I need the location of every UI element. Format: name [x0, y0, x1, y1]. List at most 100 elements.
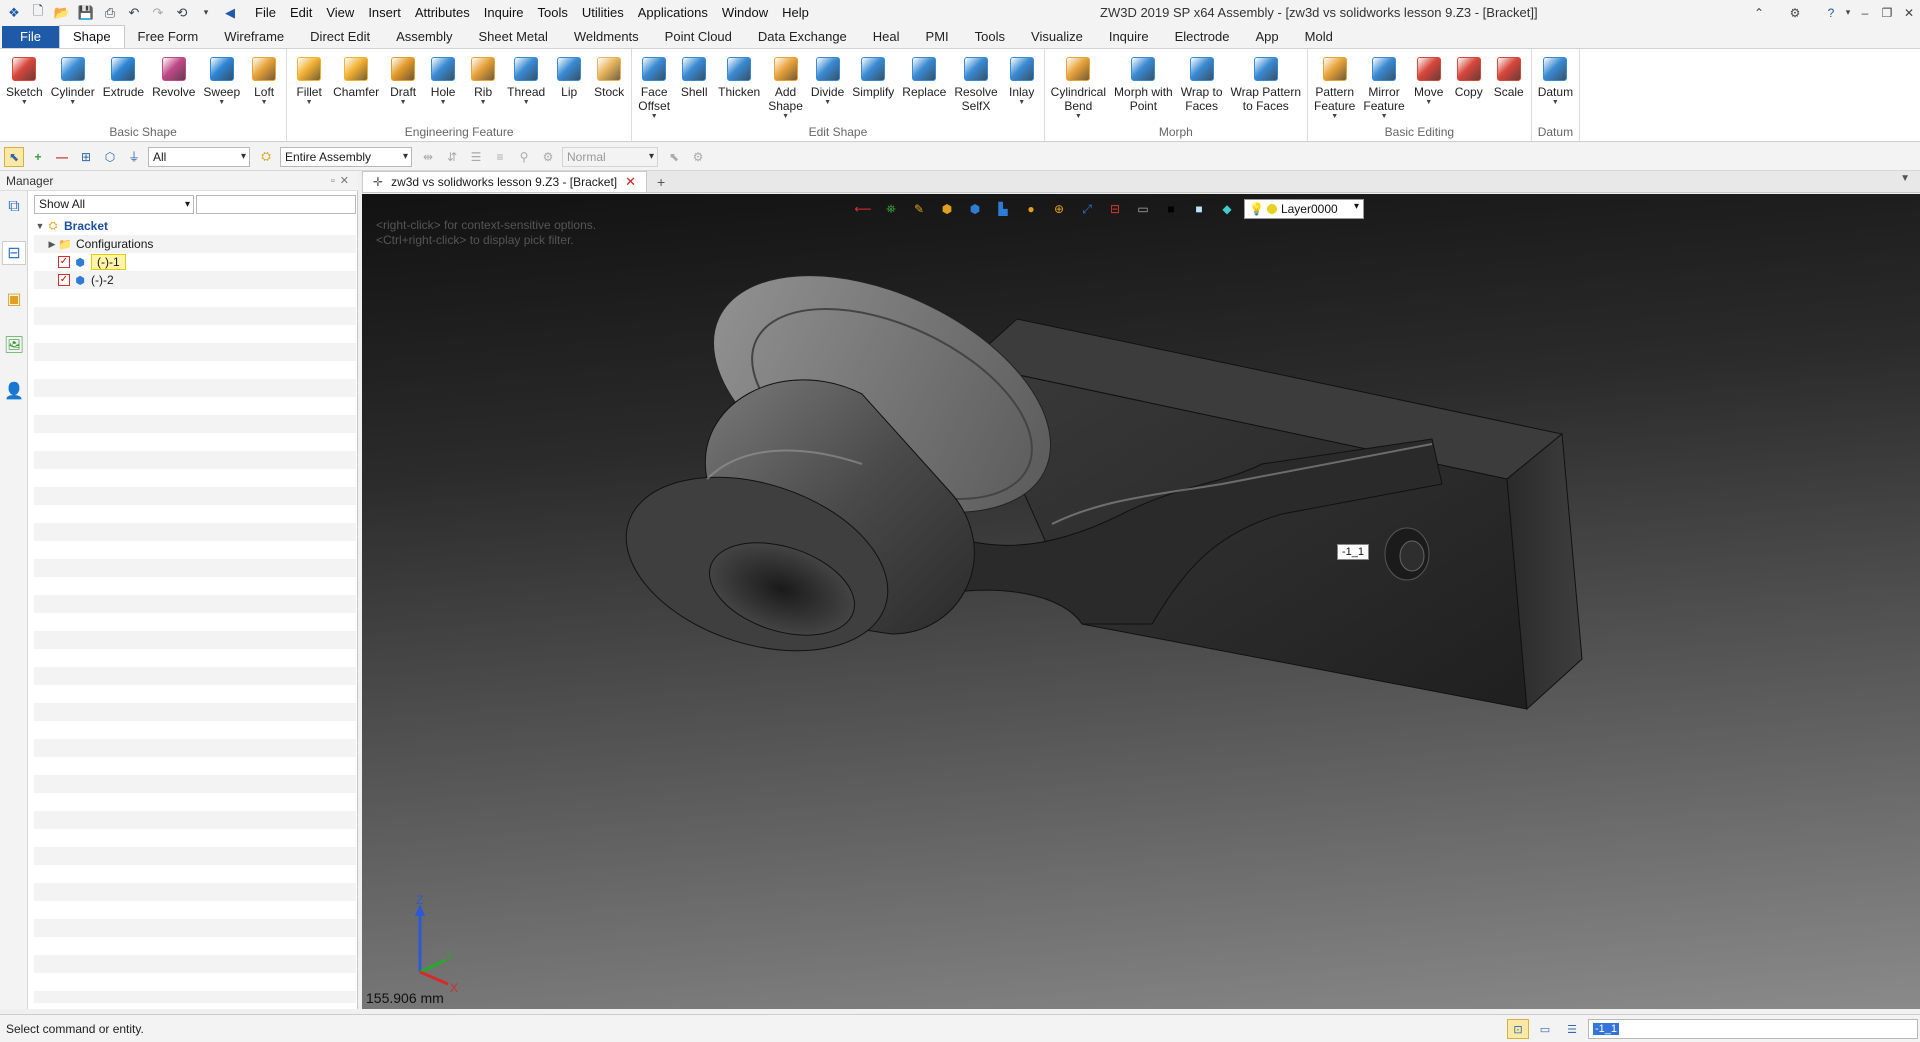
dropdown-arrow-icon[interactable]: ▼ — [69, 99, 76, 107]
add-pick-icon[interactable]: + — [28, 147, 48, 167]
dropdown-arrow-icon[interactable]: ▼ — [440, 99, 447, 107]
tab-file[interactable]: File — [2, 26, 59, 48]
shaded-cube-icon[interactable]: ⬢ — [936, 199, 958, 219]
dropdown-arrow-icon[interactable]: ▼ — [1331, 113, 1338, 121]
add-tab-icon[interactable]: + — [657, 172, 665, 192]
save-icon[interactable]: 💾 — [74, 2, 98, 24]
tab-mold[interactable]: Mold — [1292, 26, 1346, 48]
menu-insert[interactable]: Insert — [361, 0, 408, 25]
tool-gear-icon[interactable]: ⚙ — [688, 147, 708, 167]
regen-icon[interactable]: ⟲ — [170, 2, 194, 24]
tab-direct-edit[interactable]: Direct Edit — [297, 26, 383, 48]
assembly-tree-icon[interactable]: ⊟ — [2, 241, 26, 265]
tab-shape[interactable]: Shape — [58, 25, 125, 48]
tab-free-form[interactable]: Free Form — [125, 26, 212, 48]
dropdown-arrow-icon[interactable]: ▼ — [1075, 113, 1082, 121]
help-icon[interactable]: ? — [1820, 6, 1842, 20]
menu-file[interactable]: File — [248, 0, 283, 25]
tab-menu-chevron-icon[interactable]: ▼ — [1900, 173, 1910, 184]
tab-document[interactable]: ✛ zw3d vs solidworks lesson 9.Z3 - [Brac… — [362, 171, 648, 192]
tab-close-icon[interactable]: ✕ — [625, 172, 636, 192]
view-direction-icon[interactable]: ▙ — [992, 199, 1014, 219]
manager-search-input[interactable] — [196, 195, 356, 214]
dropdown-arrow-icon[interactable]: ▼ — [21, 99, 28, 107]
mode-gear-icon[interactable]: ⚙ — [538, 147, 558, 167]
layer-manager-icon[interactable]: ◆ — [1216, 199, 1238, 219]
app-logo-icon[interactable]: ❖ — [2, 2, 26, 24]
tab-heal[interactable]: Heal — [860, 26, 913, 48]
dropdown-arrow-icon[interactable]: ▼ — [1381, 113, 1388, 121]
minimize-icon[interactable]: – — [1854, 6, 1876, 20]
background-light-icon[interactable]: ■ — [1188, 199, 1210, 219]
undo-icon[interactable]: ↶ — [122, 2, 146, 24]
dropdown-arrow-icon[interactable]: ▼ — [824, 99, 831, 107]
orient-view-icon[interactable]: ⛯ — [880, 199, 902, 219]
tab-sheet-metal[interactable]: Sheet Metal — [466, 26, 561, 48]
dropdown-arrow-icon[interactable]: ▼ — [651, 113, 658, 121]
minimize-ribbon-icon[interactable]: ⌃ — [1748, 6, 1770, 20]
bracket-model[interactable] — [362, 194, 1920, 1009]
cursor-icon[interactable]: ⬉ — [664, 147, 684, 167]
assembly-scope-icon[interactable]: ⛭ — [256, 147, 276, 167]
tree-item-part[interactable]: ✓ ⬢ (-)-2 — [34, 271, 356, 289]
menu-utilities[interactable]: Utilities — [575, 0, 631, 25]
dropdown-arrow-icon[interactable]: ▼ — [306, 99, 313, 107]
expand-chevron-icon[interactable]: ▶ — [46, 239, 58, 250]
zoom-fit-icon[interactable]: ⤢ — [1076, 199, 1098, 219]
menu-inquire[interactable]: Inquire — [477, 0, 531, 25]
history-tree-icon[interactable]: ⧉ — [2, 195, 26, 219]
tab-electrode[interactable]: Electrode — [1162, 26, 1243, 48]
menu-attributes[interactable]: Attributes — [408, 0, 477, 25]
dropdown-arrow-icon[interactable]: ▼ — [218, 99, 225, 107]
pin-icon[interactable]: ⚲ — [514, 147, 534, 167]
new-file-icon[interactable]: 🗋 — [26, 2, 50, 24]
stack-icon[interactable]: ☰ — [466, 147, 486, 167]
print-icon[interactable]: ⎙ — [98, 2, 122, 24]
background-black-icon[interactable]: ■ — [1160, 199, 1182, 219]
filter-funnel-icon[interactable]: ⏚ — [124, 147, 144, 167]
qa-dropdown-icon[interactable]: ▾ — [194, 2, 218, 24]
section-view-icon[interactable]: ⊟ — [1104, 199, 1126, 219]
render-mode-icon[interactable]: ⬢ — [964, 199, 986, 219]
dropdown-arrow-icon[interactable]: ▼ — [782, 113, 789, 121]
command-input[interactable]: -1_1 — [1588, 1019, 1918, 1039]
dropdown-arrow-icon[interactable]: ▼ — [261, 99, 268, 107]
user-icon[interactable]: 👤 — [2, 379, 26, 403]
settings-gear-icon[interactable]: ⚙ — [1784, 6, 1806, 20]
list-view-icon[interactable]: ☰ — [1561, 1019, 1583, 1039]
dropdown-arrow-icon[interactable]: ▼ — [1552, 99, 1559, 107]
dropdown-arrow-icon[interactable]: ▼ — [480, 99, 487, 107]
assembly-scope-select[interactable]: Entire Assembly — [280, 146, 412, 167]
tab-tools[interactable]: Tools — [962, 26, 1018, 48]
pick-filter-select[interactable]: All — [148, 146, 250, 167]
dropdown-arrow-icon[interactable]: ▼ — [1018, 99, 1025, 107]
manager-filter-select[interactable]: Show All — [34, 195, 194, 214]
open-folder-icon[interactable]: 📂 — [50, 2, 74, 24]
visibility-checkbox[interactable]: ✓ — [58, 274, 70, 286]
layer-select[interactable]: 💡 Layer0000 — [1244, 199, 1364, 219]
snap-mode-icon[interactable]: ⊡ — [1507, 1019, 1529, 1039]
align-icon[interactable]: ⇹ — [418, 147, 438, 167]
mode-select[interactable]: Normal — [562, 146, 658, 167]
dropdown-arrow-icon[interactable]: ▼ — [523, 99, 530, 107]
menu-window[interactable]: Window — [715, 0, 775, 25]
tab-weldments[interactable]: Weldments — [561, 26, 652, 48]
manager-panel-controls[interactable]: ▫✕ — [331, 171, 354, 191]
tree-item-configurations[interactable]: ▶ 📁 Configurations — [34, 235, 356, 253]
pick-mode-icon[interactable]: ⬉ — [4, 146, 24, 167]
remove-pick-icon[interactable]: — — [52, 147, 72, 167]
dropdown-arrow-icon[interactable]: ▼ — [400, 99, 407, 107]
list-icon[interactable]: ≡ — [490, 147, 510, 167]
redo-icon[interactable]: ↷ — [146, 2, 170, 24]
tab-pmi[interactable]: PMI — [913, 26, 962, 48]
part-instance-label[interactable]: -1_1 — [1337, 544, 1370, 560]
menu-tools[interactable]: Tools — [531, 0, 575, 25]
tab-point-cloud[interactable]: Point Cloud — [652, 26, 745, 48]
close-icon[interactable]: ✕ — [1898, 6, 1920, 20]
display-icon[interactable]: ▭ — [1534, 1019, 1556, 1039]
view-manager-icon[interactable]: 🖼 — [2, 333, 26, 357]
menu-view[interactable]: View — [319, 0, 361, 25]
tab-assembly[interactable]: Assembly — [383, 26, 465, 48]
visibility-checkbox[interactable]: ✓ — [58, 256, 70, 268]
tab-app[interactable]: App — [1243, 26, 1292, 48]
